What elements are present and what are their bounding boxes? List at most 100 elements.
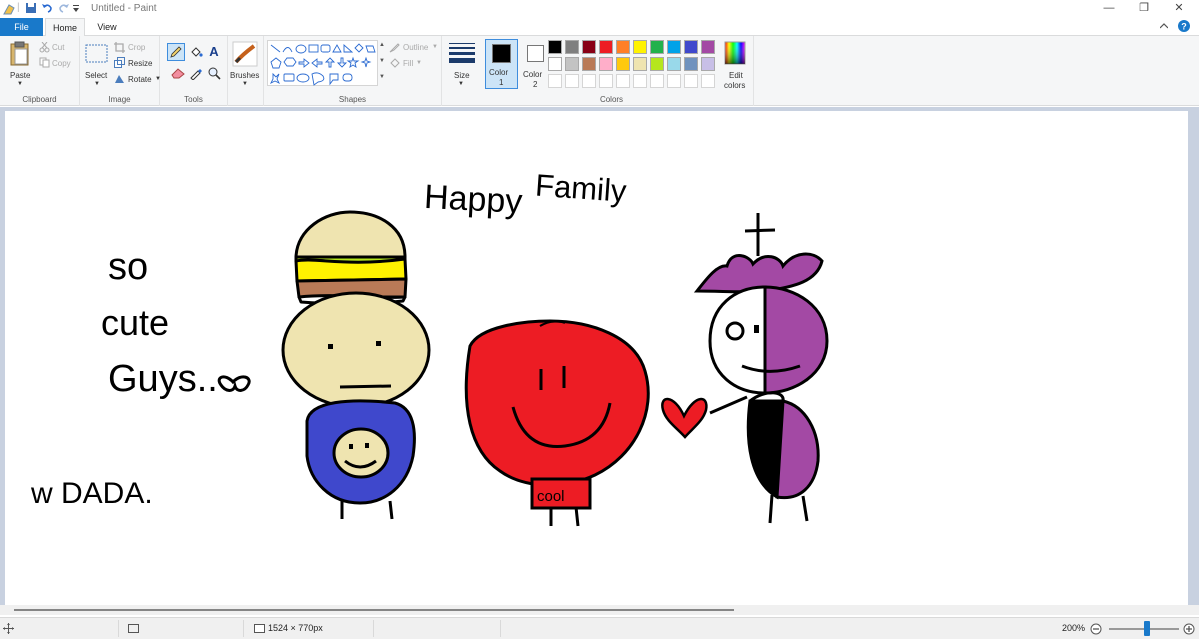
palette-custom-slot[interactable] [548, 74, 562, 88]
palette-swatch[interactable] [684, 40, 698, 54]
select-icon [85, 44, 108, 63]
zoom-slider-thumb[interactable] [1144, 621, 1150, 636]
size-button[interactable]: Size ▼ [444, 39, 480, 91]
maximize-button[interactable]: ❐ [1126, 0, 1162, 18]
cut-label[interactable]: Cut [52, 43, 64, 52]
select-label: Select [85, 71, 108, 80]
fill-label[interactable]: Fill [403, 59, 413, 68]
text-tool-icon[interactable]: A [207, 44, 221, 58]
palette-custom-slot[interactable] [650, 74, 664, 88]
image-group-label: Image [108, 95, 131, 104]
outline-icon[interactable] [389, 42, 400, 53]
red-heart [661, 397, 708, 439]
color-picker-icon[interactable] [189, 66, 203, 80]
rotate-icon[interactable] [114, 73, 125, 84]
shapes-scroll[interactable]: ▲ ▼ ▼ [378, 40, 386, 86]
palette-custom-slot[interactable] [633, 74, 647, 88]
brushes-dropdown-arrow[interactable]: ▼ [242, 81, 248, 87]
fill-bucket-icon[interactable] [189, 45, 203, 59]
shapes-gallery[interactable] [267, 40, 378, 86]
close-button[interactable]: ✕ [1161, 0, 1197, 18]
palette-swatch[interactable] [616, 57, 630, 71]
palette-swatch[interactable] [633, 40, 647, 54]
undo-icon[interactable] [41, 2, 53, 14]
horizontal-scrollbar[interactable] [0, 605, 1199, 615]
tools-group: A Tools [160, 36, 228, 106]
brushes-group: Brushes ▼ [228, 36, 264, 106]
palette-swatch[interactable] [582, 40, 596, 54]
outline-dropdown-arrow[interactable]: ▼ [432, 44, 438, 50]
eraser-icon[interactable] [171, 67, 185, 79]
color-palette [548, 40, 720, 94]
zoom-level: 200% [1062, 623, 1086, 633]
selection-size-icon [128, 624, 139, 633]
size-icon [449, 43, 475, 63]
cut-icon[interactable] [39, 42, 50, 53]
size-dropdown-arrow[interactable]: ▼ [458, 81, 464, 87]
select-dropdown-arrow[interactable]: ▼ [94, 81, 100, 87]
palette-custom-slot[interactable] [565, 74, 579, 88]
minimize-button[interactable]: — [1091, 0, 1127, 18]
drawing-canvas[interactable]: Happy Family so cute Guys.. w DADA. cool [5, 111, 1188, 608]
palette-swatch[interactable] [548, 57, 562, 71]
clipboard-group: Paste ▼ Cut Copy Clipboard [0, 36, 80, 106]
text-guys: Guys.. [108, 358, 218, 400]
zoom-out-icon[interactable] [1090, 623, 1102, 635]
zoom-in-icon[interactable] [1183, 623, 1195, 635]
fill-dropdown-arrow[interactable]: ▼ [416, 60, 422, 66]
text-cute: cute [101, 302, 169, 343]
horizontal-scroll-thumb[interactable] [14, 609, 734, 611]
palette-swatch[interactable] [565, 40, 579, 54]
crop-icon[interactable] [114, 42, 125, 53]
fill-icon[interactable] [389, 57, 400, 68]
palette-custom-slot[interactable] [582, 74, 596, 88]
resize-icon[interactable] [114, 57, 125, 68]
palette-swatch[interactable] [650, 57, 664, 71]
palette-custom-slot[interactable] [599, 74, 613, 88]
text-so: so [108, 246, 148, 288]
select-button[interactable]: Select ▼ [83, 39, 113, 91]
tab-file[interactable]: File [0, 18, 43, 36]
paste-dropdown-arrow[interactable]: ▼ [17, 81, 23, 87]
pencil-tool[interactable] [167, 43, 185, 61]
palette-swatch[interactable] [701, 40, 715, 54]
magnifier-icon[interactable] [207, 66, 221, 80]
palette-custom-slot[interactable] [616, 74, 630, 88]
rotate-label[interactable]: Rotate [128, 75, 152, 84]
palette-swatch[interactable] [667, 57, 681, 71]
quick-access-dropdown-icon[interactable] [73, 5, 79, 13]
palette-swatch[interactable] [667, 40, 681, 54]
pencil-icon [170, 46, 182, 58]
help-icon[interactable]: ? [1178, 20, 1190, 32]
palette-swatch[interactable] [582, 57, 596, 71]
edit-colors-button[interactable]: Edit colors [720, 39, 752, 91]
copy-label[interactable]: Copy [52, 59, 71, 68]
redo-icon[interactable] [58, 2, 70, 14]
palette-swatch[interactable] [684, 57, 698, 71]
tab-home[interactable]: Home [45, 18, 85, 37]
palette-custom-slot[interactable] [667, 74, 681, 88]
palette-swatch[interactable] [565, 57, 579, 71]
color1-button[interactable]: Color 1 [485, 39, 518, 89]
canvas-size-readout: 1524 × 770px [268, 623, 323, 633]
palette-swatch[interactable] [599, 40, 613, 54]
palette-swatch[interactable] [616, 40, 630, 54]
palette-custom-slot[interactable] [701, 74, 715, 88]
ribbon-collapse-icon[interactable] [1160, 23, 1168, 29]
palette-swatch[interactable] [599, 57, 613, 71]
tab-view[interactable]: View [87, 18, 127, 36]
resize-label[interactable]: Resize [128, 59, 152, 68]
brush-icon [232, 41, 258, 67]
palette-swatch[interactable] [701, 57, 715, 71]
palette-swatch[interactable] [650, 40, 664, 54]
copy-icon[interactable] [39, 57, 50, 68]
palette-swatch[interactable] [548, 40, 562, 54]
outline-label[interactable]: Outline [403, 43, 428, 52]
crop-label[interactable]: Crop [128, 43, 145, 52]
shapes-group-label: Shapes [338, 95, 367, 104]
paste-button[interactable]: Paste ▼ [4, 39, 36, 91]
palette-custom-slot[interactable] [684, 74, 698, 88]
palette-swatch[interactable] [633, 57, 647, 71]
save-icon[interactable] [25, 2, 37, 14]
brushes-button[interactable]: Brushes ▼ [229, 39, 263, 91]
